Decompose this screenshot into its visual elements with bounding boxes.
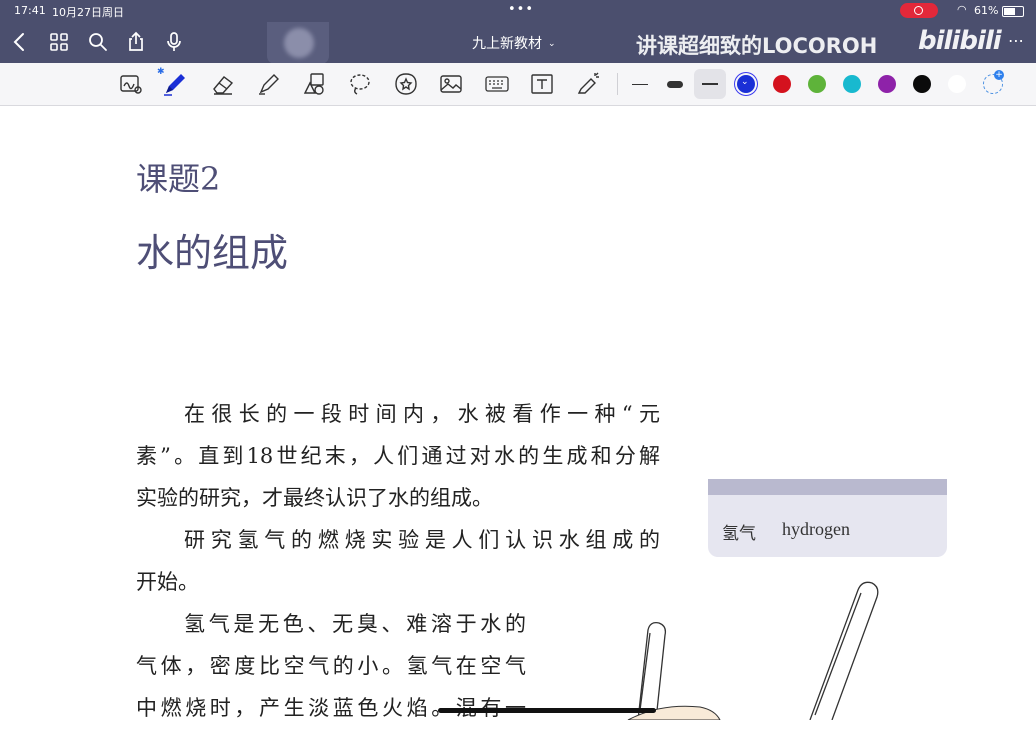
stroke-width-thin[interactable] xyxy=(632,84,648,85)
add-color-icon[interactable]: + xyxy=(983,70,1004,94)
color-swatch-white[interactable] xyxy=(948,75,966,93)
pen-icon[interactable] xyxy=(162,71,188,97)
paragraph-line: 氢气是无色、无臭、难溶于水的 xyxy=(184,612,526,636)
search-icon[interactable] xyxy=(86,30,110,54)
back-chevron-icon[interactable] xyxy=(8,30,32,54)
multitasking-dots-icon[interactable]: ••• xyxy=(508,2,534,17)
pencil-hover-indicator xyxy=(267,22,329,64)
grid-icon[interactable] xyxy=(47,30,71,54)
sticker-icon[interactable] xyxy=(393,71,419,97)
keyboard-icon[interactable] xyxy=(484,71,510,97)
color-swatch-black[interactable] xyxy=(913,75,931,93)
test-tubes-illustration xyxy=(627,581,879,720)
status-time: 17:41 xyxy=(14,4,46,17)
screen-recording-icon[interactable] xyxy=(900,3,938,18)
highlighter-icon[interactable] xyxy=(256,71,282,97)
stroke-width-selected[interactable] xyxy=(694,69,726,99)
stroke-width-thick[interactable] xyxy=(667,81,683,88)
battery-percentage: 61% xyxy=(974,4,999,17)
microphone-icon[interactable] xyxy=(162,30,186,54)
glossary-term-en: hydrogen xyxy=(782,519,850,539)
glossary-header-band xyxy=(708,479,947,495)
bilibili-watermark: bilibili xyxy=(918,26,1002,56)
nav-bar: 九上新教材 ⌄ 讲课超细致的LOCOROH bilibili ⋯ xyxy=(0,22,1036,64)
more-options-icon[interactable]: ⋯ xyxy=(1008,31,1024,50)
share-icon[interactable] xyxy=(124,30,148,54)
wifi-icon: ◠ xyxy=(957,3,967,16)
shapes-icon[interactable] xyxy=(301,71,327,97)
paragraph-line: 实验的研究，才最终认识了水的组成。 xyxy=(136,486,493,510)
paragraph-line: 在很长的一段时间内，水被看作一种“元 xyxy=(184,402,660,426)
paragraph-1: 在很长的一段时间内，水被看作一种“元 素”。直到18世纪末，人们通过对水的生成和… xyxy=(136,393,660,519)
paragraph-line: 开始。 xyxy=(136,570,199,594)
status-bar: 17:41 10月27日周日 ••• ◠ 61% xyxy=(0,0,1036,22)
lasso-icon[interactable] xyxy=(347,71,373,97)
lasso-handwriting-icon[interactable] xyxy=(118,71,144,97)
paragraph-line: 素”。直到18世纪末，人们通过对水的生成和分解 xyxy=(136,444,660,468)
color-swatch-green[interactable] xyxy=(808,75,826,93)
home-indicator[interactable] xyxy=(438,708,656,713)
glossary-box: 氢气 hydrogen xyxy=(708,479,947,557)
glossary-term-zh: 氢气 xyxy=(722,524,756,544)
battery-icon xyxy=(1002,6,1024,17)
section-label: 课题2 xyxy=(136,160,221,198)
video-caption-overlay: 讲课超细致的LOCOROH xyxy=(636,34,878,58)
color-swatch-cyan[interactable] xyxy=(843,75,861,93)
toolbar-separator xyxy=(617,73,618,95)
text-box-icon[interactable] xyxy=(529,71,555,97)
drawing-toolbar: ✱ ⌄ + xyxy=(0,63,1036,106)
paragraph-line: 气体，密度比空气的小。氢气在空气 xyxy=(136,654,526,678)
eraser-icon[interactable] xyxy=(210,71,236,97)
color-swatch-blue[interactable]: ⌄ xyxy=(737,75,755,93)
color-swatch-purple[interactable] xyxy=(878,75,896,93)
color-swatch-red[interactable] xyxy=(773,75,791,93)
image-icon[interactable] xyxy=(438,71,464,97)
laser-pointer-icon[interactable] xyxy=(575,71,601,97)
status-date: 10月27日周日 xyxy=(52,6,124,19)
paragraph-2: 研究氢气的燃烧实验是人们认识水组成的 开始。 xyxy=(136,519,660,603)
paragraph-line: 研究氢气的燃烧实验是人们认识水组成的 xyxy=(184,528,660,552)
page-title: 水的组成 xyxy=(136,231,289,275)
notebook-title[interactable]: 九上新教材 ⌄ xyxy=(472,33,556,53)
